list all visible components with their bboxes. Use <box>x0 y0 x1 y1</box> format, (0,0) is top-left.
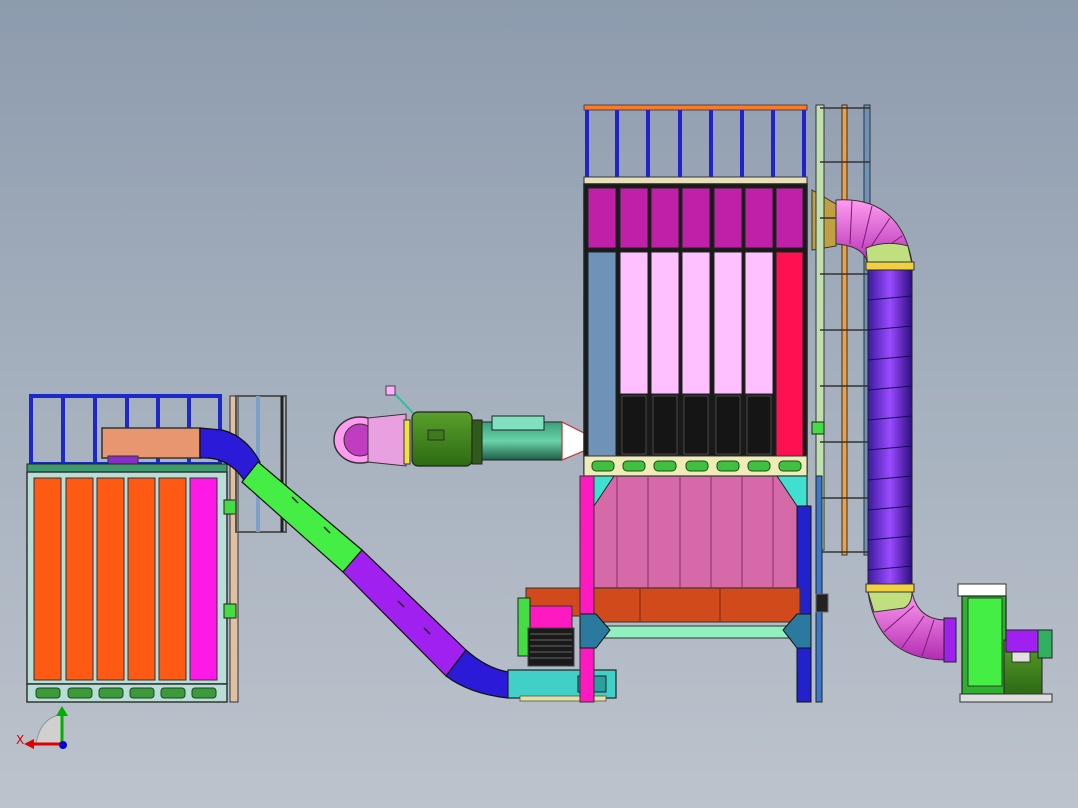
axis-triad: X <box>16 706 68 749</box>
bag-compartment-red <box>775 251 804 457</box>
fan-motor <box>1005 629 1039 653</box>
bag-compartment <box>744 251 774 395</box>
bag-cages <box>621 395 772 455</box>
feed-box-pink <box>529 605 573 631</box>
triad-z-axis <box>59 741 67 749</box>
centrifugal-fan[interactable] <box>957 583 1053 703</box>
fan-housing-face <box>967 597 1003 687</box>
plenum-cell <box>587 187 617 249</box>
bag-compartment <box>650 251 680 395</box>
baghouse-dust-collector[interactable] <box>517 104 837 703</box>
outlet-duct-elbow[interactable] <box>835 199 957 663</box>
triad-x-label: X <box>16 733 24 747</box>
duct-collar-top <box>865 261 915 271</box>
ladder-dark-clip <box>815 593 829 613</box>
left-ladder-green-block <box>223 499 237 515</box>
filter-panel <box>33 477 62 681</box>
fan-outlet-hood <box>957 583 1007 597</box>
duct-collar-bottom <box>865 583 915 593</box>
bag-compartment <box>681 251 711 395</box>
inlet-duct-fan[interactable] <box>333 385 587 467</box>
inlet-ring-yellow <box>403 419 411 465</box>
inlet-fan-plate <box>427 429 445 441</box>
plenum-cell <box>650 187 680 249</box>
top-deck <box>583 176 808 185</box>
plenum-cell <box>744 187 774 249</box>
filter-panel <box>65 477 94 681</box>
plenum-cell <box>681 187 711 249</box>
plenum-cell <box>713 187 743 249</box>
inlet-top-box <box>491 415 545 431</box>
triad-plane <box>35 713 63 745</box>
plenum-cell <box>775 187 804 249</box>
bag-compartment <box>619 251 649 395</box>
inlet-transition <box>367 413 407 467</box>
filter-panel <box>96 477 125 681</box>
cage-sill-openings <box>591 460 802 472</box>
collector-leg-left <box>579 475 595 703</box>
inlet-fan-flange <box>471 419 483 465</box>
inlet-pull-handle <box>385 385 396 396</box>
ladder-and-railing[interactable] <box>811 104 871 703</box>
ladder-green-clip <box>811 421 825 435</box>
fan-motor-plate <box>1011 651 1031 663</box>
plenum-cell <box>619 187 649 249</box>
top-railing-posts <box>585 110 806 178</box>
filter-panel <box>127 477 156 681</box>
triad-x-arrow <box>24 739 34 749</box>
top-screw-housing <box>101 427 201 459</box>
cross-brace <box>599 625 797 639</box>
fan-inlet-collar <box>943 617 957 663</box>
inlet-nozzle <box>561 421 587 461</box>
fan-shaft-end <box>1037 629 1053 659</box>
bag-compartment <box>713 251 743 395</box>
left-ladder-green-block <box>223 603 237 619</box>
ladder-lower-rail <box>815 475 823 703</box>
left-deck <box>26 463 228 473</box>
bag-compartment-steel <box>587 251 617 457</box>
filter-panel-end <box>189 477 218 681</box>
filter-panel <box>158 477 187 681</box>
vertical-duct <box>867 269 913 589</box>
fan-base-plate <box>959 693 1053 703</box>
screw-trough <box>593 587 801 623</box>
cad-viewport[interactable]: X <box>0 0 1078 808</box>
feed-screw-grill <box>527 627 575 667</box>
top-rail <box>583 104 808 111</box>
triad-y-arrow <box>56 706 68 716</box>
left-filter-unit[interactable] <box>26 394 287 703</box>
conveyor-violet-segment <box>342 549 467 677</box>
